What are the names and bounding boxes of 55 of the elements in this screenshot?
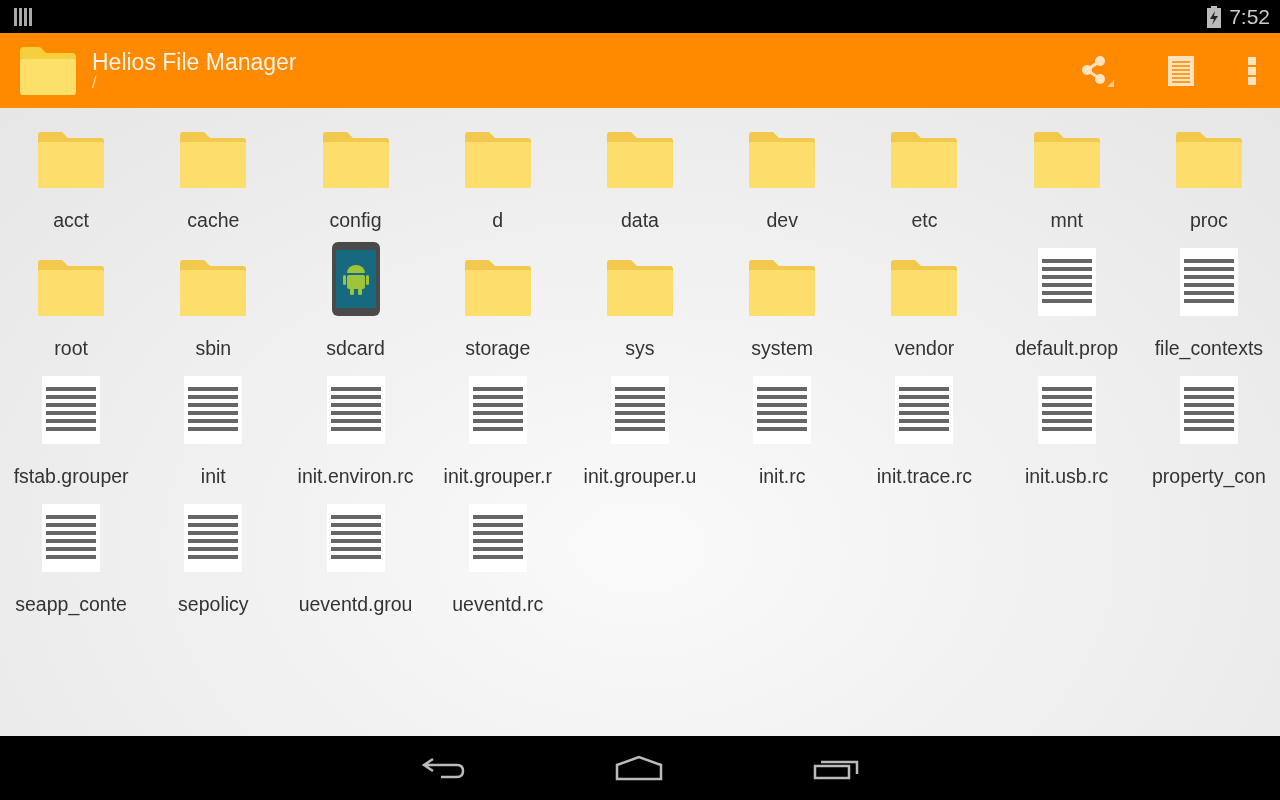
clock-time: 7:52 xyxy=(1229,3,1270,30)
text-file-icon[interactable] xyxy=(184,504,243,572)
text-file-icon[interactable] xyxy=(326,376,385,444)
file-name[interactable]: system xyxy=(751,334,814,364)
file-name[interactable]: config xyxy=(329,206,382,236)
file-name[interactable]: init.usb.rc xyxy=(1024,462,1109,492)
app-title: Helios File Manager xyxy=(92,49,297,76)
text-file-icon[interactable] xyxy=(1179,376,1238,444)
file-name[interactable]: ueventd.rc xyxy=(452,590,544,620)
file-name[interactable]: etc xyxy=(911,206,938,236)
text-file-icon[interactable] xyxy=(895,376,954,444)
file-name[interactable]: vendor xyxy=(894,334,955,364)
battery-charging-icon xyxy=(1207,5,1222,28)
text-file-icon[interactable] xyxy=(468,504,527,572)
file-name[interactable]: sbin xyxy=(195,334,232,364)
file-name[interactable]: dev xyxy=(766,206,798,236)
file-name[interactable]: sdcard xyxy=(326,334,385,364)
text-file-icon[interactable] xyxy=(753,376,812,444)
phone-android-icon[interactable] xyxy=(331,242,380,316)
file-name[interactable]: fstab.grouper xyxy=(13,462,129,492)
text-file-icon[interactable] xyxy=(42,504,101,572)
file-name[interactable]: data xyxy=(621,206,659,236)
file-name[interactable]: file_contexts xyxy=(1154,334,1264,364)
file-name[interactable]: cache xyxy=(187,206,240,236)
file-name[interactable]: default.prop xyxy=(1015,334,1119,364)
text-file-icon[interactable] xyxy=(184,376,243,444)
file-name[interactable]: mnt xyxy=(1050,206,1083,236)
text-file-icon[interactable] xyxy=(1037,248,1096,316)
file-name[interactable]: sys xyxy=(625,334,655,364)
text-file-icon[interactable] xyxy=(468,376,527,444)
back-icon[interactable] xyxy=(421,756,465,780)
text-file-icon[interactable] xyxy=(42,376,101,444)
file-name[interactable]: init.environ.rc xyxy=(297,462,414,492)
text-file-icon[interactable] xyxy=(1037,376,1096,444)
file-name[interactable]: proc xyxy=(1189,206,1228,236)
file-name[interactable]: d xyxy=(492,206,504,236)
file-name[interactable]: property_con xyxy=(1151,462,1266,492)
current-path: / xyxy=(92,75,98,92)
file-name[interactable]: init.rc xyxy=(758,462,806,492)
file-name[interactable]: init xyxy=(200,462,226,492)
signal-bars-icon xyxy=(14,7,32,26)
file-name[interactable]: ueventd.grou xyxy=(298,590,413,620)
folder-icon xyxy=(20,46,76,95)
text-file-icon[interactable] xyxy=(326,504,385,572)
file-name[interactable]: init.grouper.u xyxy=(583,462,697,492)
home-icon[interactable] xyxy=(615,755,663,781)
file-name[interactable]: root xyxy=(54,334,88,364)
file-name[interactable]: acct xyxy=(53,206,89,236)
text-file-icon[interactable] xyxy=(1179,248,1238,316)
file-name[interactable]: sepolicy xyxy=(178,590,249,620)
text-file-icon[interactable] xyxy=(611,376,669,444)
file-name[interactable]: storage xyxy=(465,334,531,364)
file-name[interactable]: init.trace.rc xyxy=(876,462,973,492)
file-name[interactable]: init.grouper.r xyxy=(443,462,552,492)
file-name[interactable]: seapp_conte xyxy=(15,590,127,620)
